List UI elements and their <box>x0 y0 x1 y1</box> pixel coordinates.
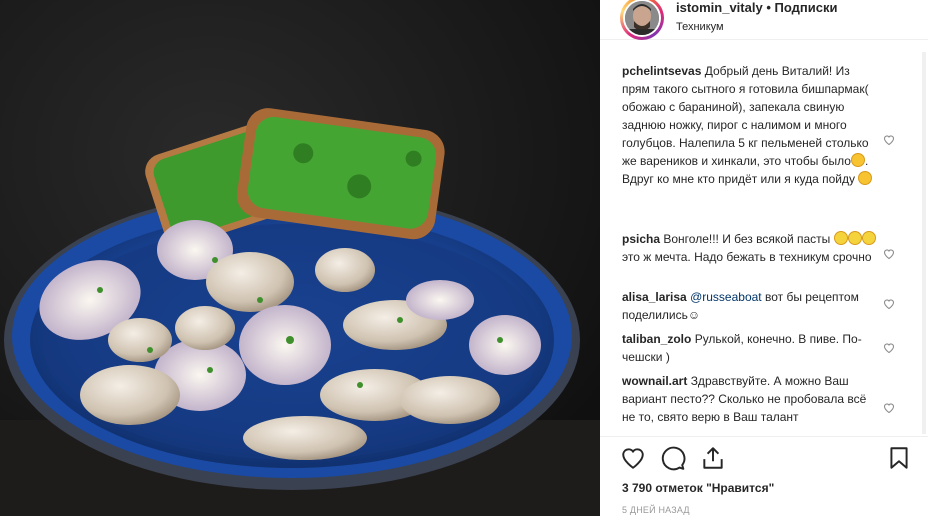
comment-author[interactable]: alisa_larisa <box>622 290 687 304</box>
comment-text-tail: это ж мечта. Надо бежать в техникум сроч… <box>622 250 872 264</box>
likes-number: 3 790 <box>622 481 653 495</box>
post-side-panel: istomin_vitaly • Подписки Техникум pchel… <box>600 0 928 516</box>
follow-status-button[interactable]: Подписки <box>775 0 838 15</box>
likes-count[interactable]: 3 790 отметок "Нравится" <box>622 481 774 495</box>
post-photo[interactable] <box>0 0 600 516</box>
post-actions: 3 790 отметок "Нравится" 5 ДНЕЙ НАЗАД <box>600 436 928 516</box>
bookmark-icon[interactable] <box>886 445 912 471</box>
comments-scrollbar[interactable] <box>922 52 926 434</box>
comment-like-heart-icon[interactable] <box>883 342 895 354</box>
grin-emoji-icon <box>833 231 848 245</box>
share-icon[interactable] <box>700 445 726 471</box>
comment-list[interactable]: pchelintsevas Добрый день Виталий! Из пр… <box>600 52 920 434</box>
post-timestamp[interactable]: 5 ДНЕЙ НАЗАД <box>622 505 690 515</box>
username[interactable]: istomin_vitaly <box>676 0 763 15</box>
comment-like-heart-icon[interactable] <box>883 134 895 146</box>
location-link[interactable]: Техникум <box>676 21 724 34</box>
separator: • <box>766 0 771 15</box>
grin-emoji-icon <box>861 231 876 245</box>
comment: pchelintsevas Добрый день Виталий! Из пр… <box>622 62 878 188</box>
comment: wownail.art Здравствуйте. А можно Ваш ва… <box>622 372 878 426</box>
smile-emoji-icon <box>858 171 873 185</box>
comment-like-heart-icon[interactable] <box>883 402 895 414</box>
post-header: istomin_vitaly • Подписки Техникум <box>600 0 928 40</box>
mention-link[interactable]: @russeaboat <box>690 290 762 304</box>
comment-author[interactable]: wownail.art <box>622 374 687 388</box>
yum-emoji-icon <box>850 153 865 167</box>
comment-text: Вонголе!!! И без всякой пасты <box>663 232 831 246</box>
comment: alisa_larisa @russeaboat вот бы рецептом… <box>622 288 878 324</box>
comment-author[interactable]: taliban_zolo <box>622 332 691 346</box>
comment-text-tail: ☺ <box>687 308 701 322</box>
comment: psicha Вонголе!!! И без всякой пасты это… <box>622 230 878 266</box>
comment-author[interactable]: pchelintsevas <box>622 64 701 78</box>
avatar-photo <box>625 1 659 35</box>
comment-icon[interactable] <box>660 445 686 471</box>
heart-icon[interactable] <box>620 445 646 471</box>
grin-emoji-icon <box>847 231 862 245</box>
comment-text: Добрый день Виталий! Из прям такого сытн… <box>622 64 869 168</box>
clams-photo-illustration <box>0 0 600 516</box>
avatar[interactable] <box>620 0 664 40</box>
comment: taliban_zolo Рулькой, конечно. В пиве. П… <box>622 330 878 366</box>
comment-author[interactable]: psicha <box>622 232 660 246</box>
avatar-photo-illustration <box>625 1 659 35</box>
post-author[interactable]: istomin_vitaly • Подписки <box>676 0 837 16</box>
likes-label: отметок "Нравится" <box>655 481 775 495</box>
comment-like-heart-icon[interactable] <box>883 298 895 310</box>
comment-like-heart-icon[interactable] <box>883 248 895 260</box>
